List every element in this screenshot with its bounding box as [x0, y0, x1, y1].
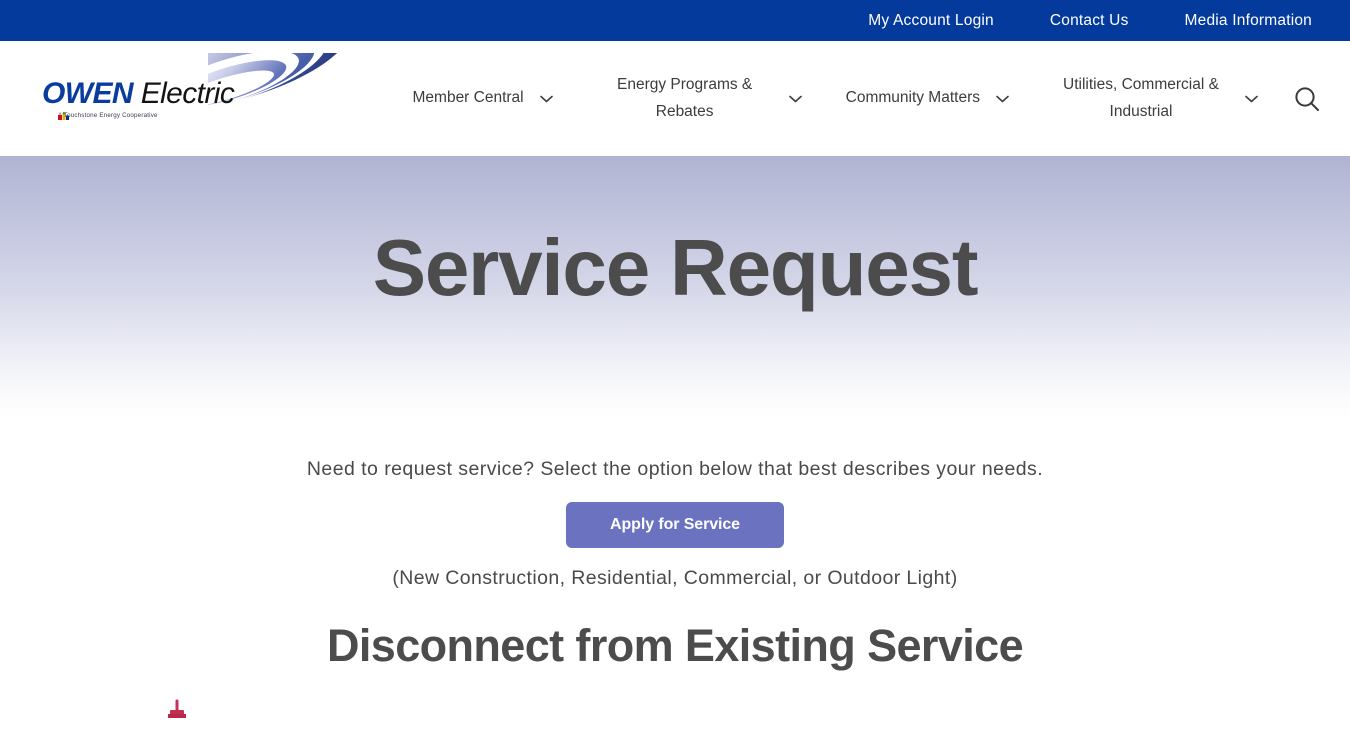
partial-cutoff-icon	[168, 699, 186, 718]
topbar-link-contact-us[interactable]: Contact Us	[1050, 12, 1129, 30]
nav-item-member-central[interactable]: Member Central	[391, 85, 575, 111]
below-fold-partial-row	[0, 671, 1350, 718]
chevron-down-icon[interactable]	[996, 95, 1009, 103]
topbar-link-my-account-login[interactable]: My Account Login	[868, 12, 994, 30]
lead-text: Need to request service? Select the opti…	[306, 458, 1044, 480]
chevron-down-icon[interactable]	[1245, 95, 1258, 103]
search-button[interactable]	[1292, 84, 1322, 114]
search-icon[interactable]	[1292, 84, 1322, 114]
topbar-link-media-information[interactable]: Media Information	[1185, 12, 1312, 30]
hero-banner: Service Request	[0, 156, 1350, 419]
apply-for-service-button[interactable]: Apply for Service	[566, 502, 784, 549]
nav-item-label: Community Matters	[845, 89, 980, 107]
logo-tagline: A Touchstone Energy Cooperative	[58, 111, 158, 119]
logo-tagline-row: A Touchstone Energy Cooperative	[58, 111, 158, 120]
main-content: Need to request service? Select the opti…	[0, 419, 1350, 718]
nav-item-utilities-commercial-industrial[interactable]: Utilities, Commercial & Industrial	[1031, 72, 1280, 124]
nav-item-energy-programs-rebates[interactable]: Energy Programs & Rebates	[575, 72, 824, 124]
page-title: Service Request	[372, 223, 979, 312]
chevron-down-icon[interactable]	[788, 95, 802, 103]
chevron-down-icon[interactable]	[539, 95, 553, 103]
site-logo[interactable]: OWEN Electric A Touchstone Energy Cooper…	[40, 52, 360, 145]
nav-item-label: Utilities, Commercial & Industrial	[1063, 76, 1219, 120]
apply-button-wrapper: Apply for Service	[0, 502, 1350, 549]
nav-item-label: Energy Programs & Rebates	[617, 76, 753, 120]
top-utility-bar: My Account Login Contact Us Media Inform…	[0, 0, 1350, 41]
logo-brand-primary: OWEN	[42, 76, 134, 110]
site-header: OWEN Electric A Touchstone Energy Cooper…	[0, 41, 1350, 156]
logo-wordmark: OWEN Electric	[42, 76, 235, 111]
logo-brand-secondary: Electric	[140, 76, 235, 110]
nav-item-label: Member Central	[412, 89, 524, 107]
disconnect-section-heading: Disconnect from Existing Service	[326, 620, 1024, 672]
main-navigation: Member Central Energy Programs & Rebates…	[360, 72, 1326, 124]
touchstone-energy-icon	[58, 111, 69, 120]
apply-note: (New Construction, Residential, Commerci…	[392, 567, 958, 590]
nav-item-community-matters[interactable]: Community Matters	[824, 85, 1031, 111]
